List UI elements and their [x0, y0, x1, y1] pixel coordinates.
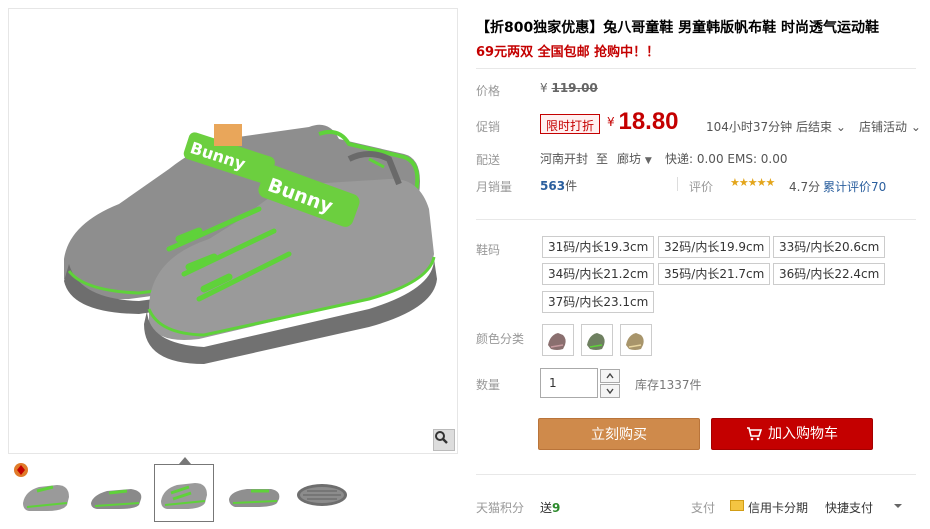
promo-label: 促销: [476, 120, 501, 134]
rating-stars-icon: ★★★★★: [730, 176, 775, 189]
zoom-icon[interactable]: [433, 429, 455, 451]
size-option[interactable]: 36码/内长22.4cm: [773, 263, 886, 285]
shipping-label: 配送: [476, 153, 501, 167]
caret-down-icon: ▼: [644, 156, 652, 166]
currency-symbol: ¥: [540, 81, 548, 95]
rating-score: 4.7分: [789, 180, 821, 194]
chevron-down-icon: ⌄: [835, 120, 846, 134]
promo-price-value: 18.80: [618, 108, 679, 135]
quantity-input[interactable]: 1: [540, 368, 598, 398]
size-option[interactable]: 34码/内长21.2cm: [542, 263, 655, 285]
divider: [476, 474, 916, 475]
color-swatch-2[interactable]: [581, 324, 613, 356]
review-count-link[interactable]: 累计评价70: [823, 178, 886, 195]
monthly-sales: 563件: [540, 177, 577, 194]
shop-activity-label: 店铺活动: [859, 120, 908, 134]
points-value: 9: [552, 501, 561, 515]
add-to-cart-label: 加入购物车: [768, 426, 838, 442]
buy-now-button[interactable]: 立刻购买: [538, 418, 700, 450]
size-label: 鞋码: [476, 243, 501, 257]
size-option[interactable]: 35码/内长21.7cm: [658, 263, 771, 285]
chevron-down-icon: [606, 388, 614, 394]
quantity-label: 数量: [476, 378, 501, 392]
cart-icon: [747, 427, 762, 441]
ship-from: 河南开封: [540, 152, 589, 166]
size-option[interactable]: 33码/内长20.6cm: [773, 236, 886, 258]
stock-count: 库存1337件: [635, 378, 702, 392]
card-installment-link[interactable]: 信用卡分期: [748, 499, 808, 516]
ship-to-city: 廊坊: [617, 152, 642, 166]
product-title: 【折800独家优惠】兔八哥童鞋 男童韩版帆布鞋 时尚透气运动鞋: [476, 20, 879, 36]
chevron-down-icon: ⌄: [910, 120, 921, 134]
add-to-cart-button[interactable]: 加入购物车: [711, 418, 873, 450]
product-subtitle: 69元两双 全国包邮 抢购中！！: [476, 45, 660, 60]
size-option[interactable]: 32码/内长19.9cm: [658, 236, 771, 258]
size-option[interactable]: 37码/内长23.1cm: [542, 291, 655, 313]
quantity-decrease-button[interactable]: [600, 384, 620, 398]
points-label: 天猫积分: [476, 501, 525, 515]
color-label: 颜色分类: [476, 332, 525, 346]
countdown-text: 104小时37分钟 后结束: [706, 120, 832, 134]
ship-to-dropdown[interactable]: 廊坊 ▼: [617, 150, 652, 167]
rating-label: 评价: [689, 180, 714, 194]
divider: [476, 68, 916, 69]
pay-label: 支付: [691, 501, 716, 515]
thumbnail-2[interactable]: [86, 464, 146, 522]
thumbnail-1[interactable]: [16, 464, 76, 522]
active-thumb-arrow: [179, 457, 191, 464]
promo-price: ¥ 18.80: [607, 108, 679, 136]
divider: [476, 219, 916, 220]
promo-currency: ¥: [607, 115, 615, 129]
points-prefix: 送: [540, 501, 553, 515]
thumbnail-4[interactable]: [224, 464, 284, 522]
promo-countdown[interactable]: 104小时37分钟 后结束 ⌄: [706, 118, 846, 135]
credit-card-icon: [730, 500, 744, 511]
product-gallery: Bunny Bunny: [0, 0, 462, 529]
price-label: 价格: [476, 84, 501, 98]
thumbnail-5[interactable]: [292, 464, 352, 522]
ship-to-word: 至: [596, 152, 609, 166]
color-swatch-3[interactable]: [620, 324, 652, 356]
original-price: ¥ 119.00: [540, 81, 598, 95]
shoe-image: Bunny Bunny: [64, 124, 437, 364]
caret-down-icon[interactable]: [894, 504, 902, 508]
shop-activity-dropdown[interactable]: 店铺活动 ⌄: [859, 118, 921, 135]
size-option[interactable]: 31码/内长19.3cm: [542, 236, 655, 258]
points-info: 送9: [540, 499, 560, 516]
product-info: 【折800独家优惠】兔八哥童鞋 男童韩版帆布鞋 时尚透气运动鞋 69元两双 全国…: [476, 0, 926, 529]
color-swatch-1[interactable]: [542, 324, 574, 356]
promo-tag: 限时打折: [540, 114, 601, 134]
original-price-value: 119.00: [551, 81, 598, 95]
monthly-sales-count: 563: [540, 179, 566, 193]
quantity-increase-button[interactable]: [600, 369, 620, 383]
monthly-sales-unit: 件: [565, 179, 578, 193]
thumbnail-3[interactable]: [154, 457, 214, 522]
separator: [677, 177, 678, 191]
shipping-fees: 快递: 0.00 EMS: 0.00: [665, 152, 788, 166]
thumbnail-strip: [8, 457, 458, 524]
main-product-image[interactable]: Bunny Bunny: [8, 8, 458, 454]
quick-pay-link[interactable]: 快捷支付: [825, 499, 873, 516]
monthly-sales-label: 月销量: [476, 180, 513, 194]
chevron-up-icon: [606, 373, 614, 379]
